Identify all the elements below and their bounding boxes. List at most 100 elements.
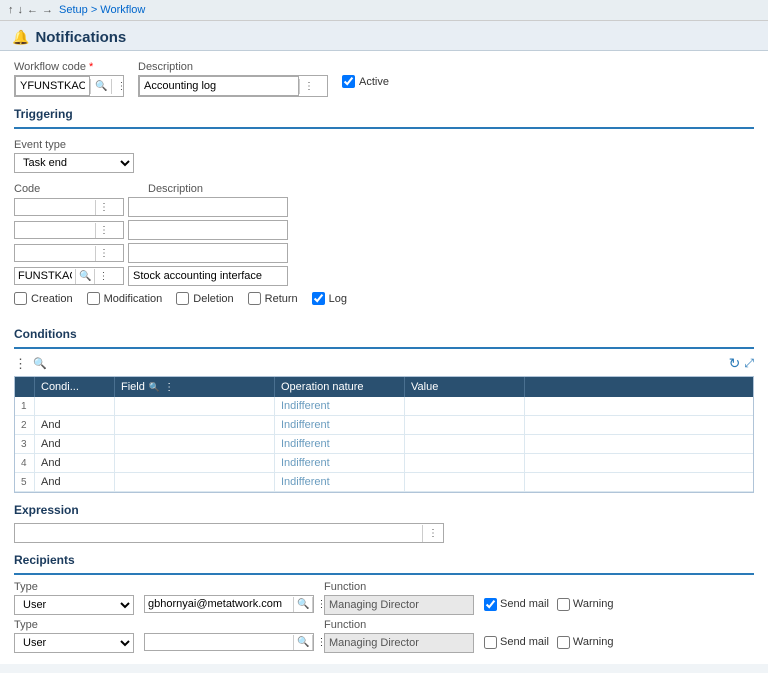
operation-3: Indifferent — [275, 435, 405, 453]
code-input-1-wrap: ⋮ — [14, 198, 124, 216]
recipient-email-group-2: 🔍 ⋮ — [144, 619, 314, 653]
expression-input[interactable] — [15, 524, 422, 542]
col-header-field: Field 🔍 ⋮ — [115, 377, 275, 397]
value-5 — [405, 473, 525, 491]
workflow-code-input[interactable] — [15, 76, 90, 96]
field-dots-icon[interactable]: ⋮ — [164, 382, 174, 393]
workflow-code-search-icon[interactable]: 🔍 — [90, 79, 111, 94]
creation-checkbox[interactable] — [14, 292, 27, 305]
recipients-section: Recipients Type User 🔍 ⋮ — [14, 553, 754, 653]
conditions-dots-icon[interactable]: ⋮ — [14, 356, 27, 372]
send-mail-checkbox-2[interactable] — [484, 636, 497, 649]
code-input-4[interactable] — [15, 268, 75, 284]
deletion-checkbox[interactable] — [176, 292, 189, 305]
recipient-type-select-1[interactable]: User — [14, 595, 134, 615]
active-checkbox[interactable] — [342, 75, 355, 88]
nav-back-icon[interactable]: ← — [27, 4, 38, 16]
conditions-expand-icon[interactable]: ⤢ — [744, 356, 754, 371]
desc-input-1[interactable] — [128, 197, 288, 217]
desc-input-3[interactable] — [128, 243, 288, 263]
breadcrumb-setup[interactable]: Setup — [59, 4, 88, 16]
email-input-2[interactable] — [145, 634, 293, 650]
code-dots-4[interactable]: ⋮ — [94, 269, 111, 284]
event-type-select[interactable]: Task end Task start Manual — [14, 153, 134, 173]
field-5 — [115, 473, 275, 491]
event-type-row: Event type Task end Task start Manual — [14, 139, 754, 173]
return-checkbox[interactable] — [248, 292, 261, 305]
code-input-2-wrap: ⋮ — [14, 221, 124, 239]
breadcrumb: Setup > Workflow — [59, 4, 145, 16]
warning-label-1: Warning — [573, 598, 614, 610]
desc-input-4[interactable] — [128, 266, 288, 286]
trigger-checkboxes-row: Creation Modification Deletion Return Lo… — [14, 292, 754, 305]
recipient-type-group-2: Type User — [14, 619, 134, 653]
value-2 — [405, 416, 525, 434]
warning-checkbox-2[interactable] — [557, 636, 570, 649]
recipient-function-label-2: Function — [324, 619, 474, 631]
recipient-type-select-2[interactable]: User — [14, 633, 134, 653]
code-input-2[interactable] — [15, 222, 95, 238]
recipient-checkboxes-2: Send mail Warning — [484, 631, 613, 653]
email-search-1[interactable]: 🔍 — [293, 597, 312, 612]
recipients-divider — [14, 573, 754, 575]
row-num-4: 4 — [15, 454, 35, 472]
recipient-email-spacer-1 — [144, 581, 314, 593]
conditions-header: ⋮ 🔍 ↻ ⤢ — [14, 355, 754, 372]
workflow-code-group: Workflow code * 🔍 ⋮ — [14, 61, 124, 97]
required-marker: * — [89, 61, 93, 73]
modification-checkbox[interactable] — [87, 292, 100, 305]
recipient-email-group-1: 🔍 ⋮ — [144, 581, 314, 615]
send-mail-label-2: Send mail — [500, 636, 549, 648]
description-input[interactable] — [139, 76, 299, 96]
active-checkbox-group: Active — [342, 75, 389, 88]
conditions-search-icon[interactable]: 🔍 — [33, 357, 47, 370]
conditions-refresh-icon[interactable]: ↻ — [729, 355, 741, 372]
nav-up-icon[interactable]: ↑ — [8, 4, 14, 16]
condition-5: And — [35, 473, 115, 491]
send-mail-checkbox-1[interactable] — [484, 598, 497, 611]
row-num-2: 2 — [15, 416, 35, 434]
value-1 — [405, 397, 525, 415]
recipient-function-group-2: Function — [324, 619, 474, 653]
expression-dots-icon[interactable]: ⋮ — [422, 525, 443, 542]
warning-checkbox-1[interactable] — [557, 598, 570, 611]
notifications-icon: 🔔 — [12, 29, 29, 46]
operation-5: Indifferent — [275, 473, 405, 491]
field-1 — [115, 397, 275, 415]
row-num-5: 5 — [15, 473, 35, 491]
desc-input-2[interactable] — [128, 220, 288, 240]
col-header-operation: Operation nature — [275, 377, 405, 397]
code-dots-3[interactable]: ⋮ — [95, 246, 112, 261]
code-input-3[interactable] — [15, 245, 95, 261]
description-dots-icon[interactable]: ⋮ — [299, 79, 318, 94]
recipient-email-spacer-2 — [144, 619, 314, 631]
desc-header: Description — [148, 183, 203, 195]
email-input-1[interactable] — [145, 596, 293, 612]
nav-arrows[interactable]: ↑ ↓ ← → — [8, 4, 53, 16]
log-checkbox[interactable] — [312, 292, 325, 305]
code-dots-1[interactable]: ⋮ — [95, 200, 112, 215]
code-search-4[interactable]: 🔍 — [75, 269, 94, 284]
description-label: Description — [138, 61, 328, 73]
nav-forward-icon[interactable]: → — [42, 4, 53, 16]
code-row-1: ⋮ — [14, 197, 754, 217]
table-row: 4 And Indifferent — [15, 454, 753, 473]
col-header-value: Value — [405, 377, 525, 397]
field-search-icon[interactable]: 🔍 — [149, 382, 160, 393]
value-3 — [405, 435, 525, 453]
active-label: Active — [359, 76, 389, 88]
workflow-code-input-wrap: 🔍 ⋮ — [14, 75, 124, 97]
col-header-condition: Condi... — [35, 377, 115, 397]
code-dots-2[interactable]: ⋮ — [95, 223, 112, 238]
email-input-2-wrap: 🔍 ⋮ — [144, 633, 314, 651]
send-mail-group-1: Send mail — [484, 598, 549, 611]
breadcrumb-workflow[interactable]: Workflow — [100, 4, 145, 16]
code-input-1[interactable] — [15, 199, 95, 215]
condition-1 — [35, 397, 115, 415]
workflow-code-dots-icon[interactable]: ⋮ — [111, 79, 130, 94]
nav-down-icon[interactable]: ↓ — [18, 4, 24, 16]
email-search-2[interactable]: 🔍 — [293, 635, 312, 650]
code-row-4: 🔍 ⋮ — [14, 266, 754, 286]
modification-label: Modification — [104, 293, 163, 305]
function-input-2 — [324, 633, 474, 653]
